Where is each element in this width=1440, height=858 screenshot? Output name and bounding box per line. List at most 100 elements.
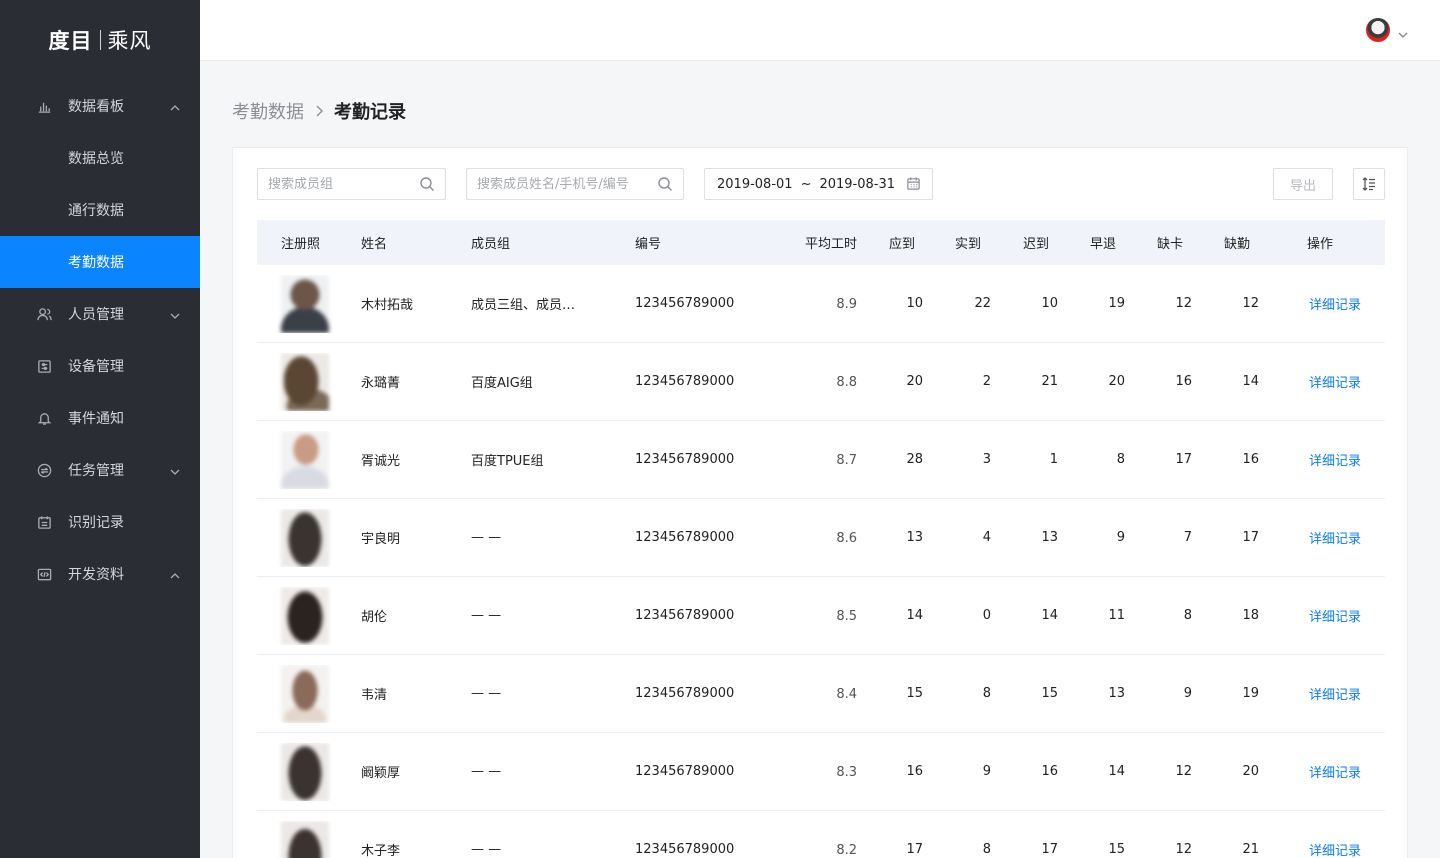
registration-photo <box>281 742 329 801</box>
column-header: 姓名 <box>361 237 388 252</box>
member-name: 木子李 <box>361 844 401 858</box>
member-name: 宇良明 <box>361 532 401 547</box>
sidebar-item-label: 开发资料 <box>68 567 124 583</box>
member-code: 123456789000 <box>635 296 735 311</box>
early-leave-count: 14 <box>1108 764 1125 779</box>
sidebar-subitem-overview[interactable]: 数据总览 <box>0 132 200 184</box>
detail-record-link[interactable]: 详细记录 <box>1309 454 1361 469</box>
column-header: 早退 <box>1090 237 1117 252</box>
sidebar-item-dashboard[interactable]: 数据看板 <box>0 80 200 132</box>
member-group: — — <box>471 686 502 701</box>
users-icon <box>36 306 52 322</box>
sidebar-item-label: 识别记录 <box>68 515 124 531</box>
sidebar-item-label: 人员管理 <box>68 307 124 323</box>
sidebar-subitem-attendance-data[interactable]: 考勤数据 <box>0 236 200 288</box>
sidebar-item-people[interactable]: 人员管理 <box>0 288 200 340</box>
sidebar-item-label: 任务管理 <box>68 463 124 479</box>
detail-record-link[interactable]: 详细记录 <box>1309 688 1361 703</box>
photo-cell <box>257 352 361 411</box>
action-cell: 详细记录 <box>1259 450 1385 469</box>
member-name: 胡伦 <box>361 610 388 625</box>
action-cell: 详细记录 <box>1259 840 1385 858</box>
chevron-down-icon <box>170 465 180 475</box>
search-icon[interactable] <box>657 176 673 192</box>
date-range-picker[interactable]: 2019-08-01 ~ 2019-08-31 <box>704 168 933 200</box>
column-header: 注册照 <box>281 237 321 252</box>
detail-record-link[interactable]: 详细记录 <box>1309 532 1361 547</box>
member-group: 成员三组、成员… <box>471 298 576 313</box>
member-group: — — <box>471 530 502 545</box>
absence-count: 20 <box>1242 764 1259 779</box>
breadcrumb-parent[interactable]: 考勤数据 <box>232 98 304 124</box>
expected-count: 16 <box>906 764 923 779</box>
detail-record-link[interactable]: 详细记录 <box>1309 376 1361 391</box>
sidebar-item-dev-docs[interactable]: 开发资料 <box>0 548 200 600</box>
actual-count: 8 <box>982 686 991 701</box>
sidebar-item-recognition-records[interactable]: 识别记录 <box>0 496 200 548</box>
avatar[interactable] <box>1366 18 1390 42</box>
registration-photo <box>281 430 329 489</box>
column-header: 操作 <box>1307 237 1334 252</box>
action-cell: 详细记录 <box>1259 762 1385 781</box>
early-leave-count: 20 <box>1108 374 1125 389</box>
page-title: 考勤记录 <box>334 102 406 123</box>
chevron-up-icon <box>170 101 180 111</box>
device-icon <box>36 358 52 374</box>
filter-toolbar: 2019-08-01 ~ 2019-08-31 导出 <box>257 168 1385 200</box>
logo[interactable]: 度目 乘风 <box>0 0 200 80</box>
action-cell: 详细记录 <box>1259 606 1385 625</box>
sidebar-item-devices[interactable]: 设备管理 <box>0 340 200 392</box>
missing-punch-count: 12 <box>1175 764 1192 779</box>
table-row: 宇良明 — — 123456789000 8.6 13 4 13 9 7 17 详细记录 <box>257 499 1385 577</box>
sidebar-item-notifications[interactable]: 事件通知 <box>0 392 200 444</box>
late-count: 16 <box>1041 764 1058 779</box>
bar-chart-icon <box>36 98 52 114</box>
expected-count: 28 <box>906 452 923 467</box>
member-group: — — <box>471 764 502 779</box>
topbar <box>200 0 1440 61</box>
missing-punch-count: 7 <box>1183 530 1192 545</box>
photo-cell <box>257 508 361 567</box>
expected-count: 17 <box>906 842 923 857</box>
sidebar-item-tasks[interactable]: 任务管理 <box>0 444 200 496</box>
group-search-input[interactable] <box>268 176 419 192</box>
actual-count: 2 <box>982 374 991 389</box>
late-count: 17 <box>1041 842 1058 857</box>
detail-record-link[interactable]: 详细记录 <box>1309 766 1361 781</box>
early-leave-count: 9 <box>1116 530 1125 545</box>
chevron-down-icon <box>1398 25 1408 38</box>
registration-photo <box>281 586 329 645</box>
task-icon <box>36 462 52 478</box>
calendar-icon <box>906 176 922 192</box>
member-name: 永璐菁 <box>361 376 401 391</box>
absence-count: 18 <box>1242 608 1259 623</box>
member-code: 123456789000 <box>635 608 735 623</box>
table-row: 木子李 — — 123456789000 8.2 17 8 17 15 12 21 详细记录 <box>257 811 1385 858</box>
detail-record-link[interactable]: 详细记录 <box>1309 844 1361 858</box>
user-menu[interactable] <box>1366 18 1408 42</box>
absence-count: 21 <box>1242 842 1259 857</box>
member-name: 胥诚光 <box>361 454 401 469</box>
avg-hours: 8.5 <box>836 609 857 624</box>
avg-hours: 8.6 <box>836 531 857 546</box>
detail-record-link[interactable]: 详细记录 <box>1309 298 1361 313</box>
avg-hours: 8.7 <box>836 453 857 468</box>
logo-divider <box>99 30 101 50</box>
chevron-right-icon <box>314 105 324 117</box>
member-search-input[interactable] <box>477 176 657 192</box>
column-header: 成员组 <box>471 237 511 252</box>
registration-photo <box>281 352 329 411</box>
sort-button[interactable] <box>1353 168 1385 200</box>
member-search-box <box>466 168 684 200</box>
column-header: 缺勤 <box>1224 237 1251 252</box>
column-header: 迟到 <box>1023 237 1050 252</box>
detail-record-link[interactable]: 详细记录 <box>1309 610 1361 625</box>
table-body: 木村拓哉 成员三组、成员… 123456789000 8.9 10 22 10 19 12 12 详… <box>257 265 1385 858</box>
sidebar-subitem-access-data[interactable]: 通行数据 <box>0 184 200 236</box>
export-button[interactable]: 导出 <box>1273 168 1333 200</box>
attendance-card: 2019-08-01 ~ 2019-08-31 导出 注册照 姓名 成员组 编号… <box>232 147 1408 858</box>
avg-hours: 8.9 <box>836 297 857 312</box>
search-icon[interactable] <box>419 176 435 192</box>
member-code: 123456789000 <box>635 374 735 389</box>
absence-count: 12 <box>1242 296 1259 311</box>
